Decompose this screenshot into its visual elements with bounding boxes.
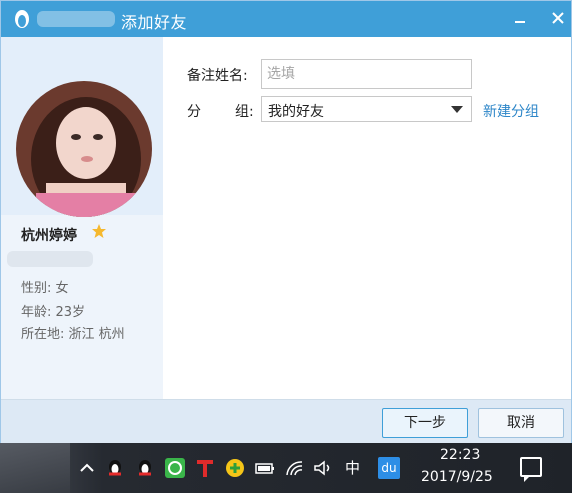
age-info: 年龄: 23岁 xyxy=(21,305,86,320)
notification-icon[interactable] xyxy=(520,457,542,482)
ime-indicator[interactable]: 中 xyxy=(345,457,360,478)
clock-time[interactable]: 22:23 xyxy=(440,447,480,463)
chat-app-icon[interactable] xyxy=(164,457,186,479)
volume-icon[interactable] xyxy=(312,457,334,479)
baidu-icon[interactable]: du xyxy=(378,457,400,479)
location-info: 所在地: 浙江 杭州 xyxy=(21,327,125,342)
group-select-value: 我的好友 xyxy=(268,104,324,120)
gender-info: 性别: 女 xyxy=(21,281,69,296)
group-label-first: 分 xyxy=(187,104,201,120)
new-group-link[interactable]: 新建分组 xyxy=(483,101,539,121)
security-icon[interactable] xyxy=(224,457,246,479)
qq-icon[interactable] xyxy=(134,457,156,479)
taskbar: 中 du 22:23 2017/9/25 xyxy=(0,443,572,493)
next-button[interactable]: 下一步 xyxy=(382,408,468,438)
contact-name: 杭州婷婷 xyxy=(21,228,77,244)
chevron-down-icon xyxy=(451,106,463,113)
window-title: 添加好友 xyxy=(121,13,188,32)
qq-penguin-icon xyxy=(15,10,29,28)
title-bar[interactable]: 添加好友 xyxy=(1,1,571,37)
remark-label: 备注姓名: xyxy=(187,68,248,84)
avatar xyxy=(16,81,152,217)
show-hidden-icon[interactable] xyxy=(76,457,98,479)
remark-name-input[interactable] xyxy=(261,59,472,89)
account-name-redacted xyxy=(37,11,115,27)
minimize-icon[interactable] xyxy=(507,7,533,31)
group-label-second: 组: xyxy=(235,104,254,120)
cancel-button[interactable]: 取消 xyxy=(478,408,564,438)
taskbar-app-thumbnails[interactable] xyxy=(0,443,70,493)
qq-icon[interactable] xyxy=(104,457,126,479)
group-select[interactable]: 我的好友 xyxy=(261,96,472,122)
account-id-redacted xyxy=(7,251,93,267)
star-icon xyxy=(92,224,106,238)
battery-icon[interactable] xyxy=(254,457,276,479)
profile-panel: 杭州婷婷 性别: 女 年龄: 23岁 所在地: 浙江 杭州 xyxy=(1,37,163,399)
t-app-icon[interactable] xyxy=(194,457,216,479)
wifi-icon[interactable] xyxy=(284,457,306,479)
close-icon[interactable] xyxy=(545,7,571,31)
clock-date[interactable]: 2017/9/25 xyxy=(421,469,493,485)
add-friend-window: 添加好友 杭州婷婷 性别: 女 年龄: 23岁 所在地: 浙江 杭州 备注姓名:… xyxy=(0,0,572,443)
dialog-footer: 下一步 取消 xyxy=(1,399,571,443)
